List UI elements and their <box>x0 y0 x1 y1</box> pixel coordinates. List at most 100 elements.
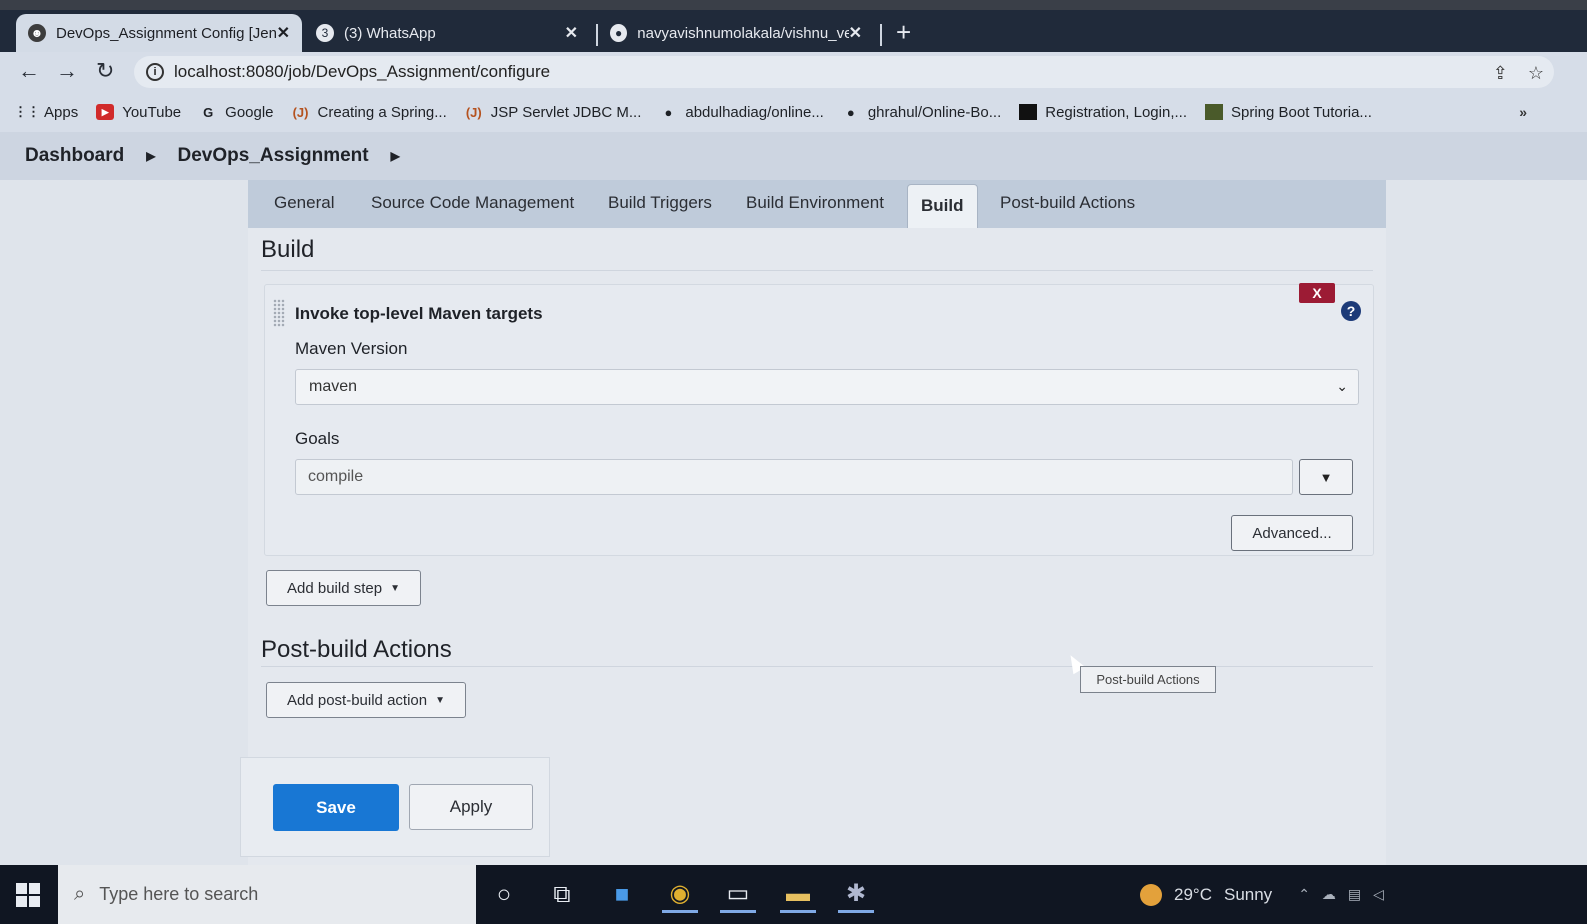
add-post-build-action-button[interactable]: Add post-build action ▼ <box>266 682 466 718</box>
jenkins-page: Dashboard ▶ DevOps_Assignment ▶ General … <box>0 132 1587 865</box>
tab-post-build-actions[interactable]: Post-build Actions <box>1000 193 1135 213</box>
close-icon[interactable]: ✕ <box>277 23 290 43</box>
new-tab-button[interactable]: + <box>896 19 911 45</box>
post-build-section-title: Post-build Actions <box>261 636 452 663</box>
more-bookmarks-button[interactable]: » <box>1519 104 1527 120</box>
maven-version-select[interactable]: maven ⌄ <box>295 369 1359 405</box>
url-text: localhost:8080/job/DevOps_Assignment/con… <box>174 62 551 81</box>
tab-build[interactable]: Build <box>907 184 978 228</box>
network-icon[interactable]: ▤ <box>1348 886 1361 903</box>
weather-sun-icon[interactable] <box>1140 883 1162 906</box>
windows-start-icon[interactable] <box>16 883 40 907</box>
tab-title: navyavishnumolakala/vishnu_ver <box>637 24 849 42</box>
task-view-icon[interactable]: ⧉ <box>544 877 580 913</box>
breadcrumb-dashboard[interactable]: Dashboard <box>25 145 124 167</box>
reload-icon[interactable]: ↻ <box>96 58 114 84</box>
speaker-icon[interactable]: ◁ <box>1373 886 1384 903</box>
chevron-up-icon[interactable]: ⌃ <box>1298 886 1310 903</box>
bookmark-abdulhadiag[interactable]: ● abdulhadiag/online... <box>659 104 823 121</box>
system-tray: 29°C Sunny ⌃ ☁ ▤ ◁ <box>1140 865 1384 924</box>
bookmark-jsp[interactable]: (J) JSP Servlet JDBC M... <box>465 104 642 121</box>
bookmark-label: abdulhadiag/online... <box>685 103 824 121</box>
close-icon[interactable]: ✕ <box>849 23 862 43</box>
bookmark-registration[interactable]: Registration, Login,... <box>1019 104 1187 121</box>
add-post-build-action-label: Add post-build action <box>287 691 428 709</box>
tab-title: (3) WhatsApp <box>344 24 436 42</box>
bookmark-label: Spring Boot Tutoria... <box>1231 103 1372 121</box>
taskbar-search-input[interactable]: ⌕ Type here to search <box>58 865 476 924</box>
jenkins-icon: ☻ <box>28 24 46 42</box>
goals-value: compile <box>308 468 364 485</box>
apply-button[interactable]: Apply <box>409 784 533 830</box>
add-build-step-button[interactable]: Add build step ▼ <box>266 570 421 606</box>
bookmark-label: Creating a Spring... <box>317 103 447 121</box>
whatsapp-icon: 3 <box>316 24 334 42</box>
forward-arrow-icon[interactable]: → <box>56 58 78 84</box>
caret-down-icon: ▼ <box>435 694 445 706</box>
bookmark-apps[interactable]: ⋮⋮ Apps <box>14 103 79 121</box>
build-section-title: Build <box>261 236 315 263</box>
weather-temperature[interactable]: 29°C <box>1174 885 1212 905</box>
youtube-icon: ▶ <box>96 104 115 120</box>
add-build-step-label: Add build step <box>287 579 383 597</box>
goals-expand-button[interactable]: ▼ <box>1299 459 1353 495</box>
maven-version-label: Maven Version <box>295 339 408 358</box>
bookmark-youtube[interactable]: ▶ YouTube <box>96 104 181 121</box>
bookmark-label: ghrahul/Online-Bo... <box>867 103 1002 121</box>
share-icon[interactable]: ⇪ <box>1493 63 1508 84</box>
bookmark-spring[interactable]: (J) Creating a Spring... <box>292 104 447 121</box>
bookmark-icon <box>1205 104 1223 120</box>
bookmark-ghrahul[interactable]: ● ghrahul/Online-Bo... <box>842 104 1001 121</box>
weather-condition[interactable]: Sunny <box>1224 885 1272 905</box>
breadcrumb-job[interactable]: DevOps_Assignment <box>177 145 368 167</box>
javatpoint-icon: (J) <box>292 104 309 120</box>
cortana-icon[interactable]: ○ <box>486 877 522 913</box>
bookmark-label: Google <box>225 103 274 121</box>
tab-build-environment[interactable]: Build Environment <box>746 193 884 213</box>
save-button[interactable]: Save <box>273 784 399 831</box>
bookmark-label: Registration, Login,... <box>1045 103 1187 121</box>
chevron-right-icon[interactable]: ▶ <box>146 149 155 163</box>
back-arrow-icon[interactable]: ← <box>18 58 40 84</box>
settings-app-icon[interactable]: ✱ <box>838 877 874 913</box>
caret-down-icon: ▼ <box>390 582 400 594</box>
bookmark-springboot[interactable]: Spring Boot Tutoria... <box>1205 104 1372 121</box>
browser-tab-jenkins[interactable]: ☻ DevOps_Assignment Config [Jenk ✕ <box>16 14 302 52</box>
advanced-button[interactable]: Advanced... <box>1231 515 1353 551</box>
close-icon[interactable]: ✕ <box>565 23 578 43</box>
tooltip: Post-build Actions <box>1080 666 1216 693</box>
site-info-icon[interactable]: i <box>146 63 164 81</box>
file-explorer-icon[interactable]: ▬ <box>780 877 816 913</box>
help-icon[interactable]: ? <box>1341 301 1361 321</box>
chevron-right-icon[interactable]: ▶ <box>391 149 400 163</box>
bookmark-label: Apps <box>44 103 79 121</box>
address-bar[interactable]: i localhost:8080/job/DevOps_Assignment/c… <box>134 56 1554 88</box>
browser-tab-github[interactable]: ● navyavishnumolakala/vishnu_ver ✕ <box>598 14 874 52</box>
bookmark-google[interactable]: G Google <box>199 104 273 121</box>
build-step-title: Invoke top-level Maven targets <box>295 304 543 323</box>
browser-tab-strip: ☻ DevOps_Assignment Config [Jenk ✕ 3 (3)… <box>0 10 1587 52</box>
search-icon: ⌕ <box>74 883 86 905</box>
cloud-icon[interactable]: ☁ <box>1322 886 1336 903</box>
zoom-icon[interactable]: ■ <box>604 877 640 913</box>
bookmark-star-icon[interactable]: ☆ <box>1528 63 1544 84</box>
tab-source-code-management[interactable]: Source Code Management <box>371 193 574 213</box>
browser-tab-whatsapp[interactable]: 3 (3) WhatsApp ✕ <box>304 14 590 52</box>
drag-handle-icon[interactable] <box>273 299 285 327</box>
terminal-icon[interactable]: ▭ <box>720 877 756 913</box>
browser-toolbar: ← → ↻ i localhost:8080/job/DevOps_Assign… <box>0 52 1587 92</box>
search-placeholder: Type here to search <box>99 884 259 904</box>
github-icon: ● <box>846 104 855 120</box>
chrome-icon[interactable]: ◉ <box>662 877 698 913</box>
section-divider <box>261 270 1373 271</box>
tab-general[interactable]: General <box>274 193 334 213</box>
goals-label: Goals <box>295 429 340 448</box>
bookmarks-bar: ⋮⋮ Apps ▶ YouTube G Google (J) Creating … <box>0 92 1587 132</box>
delete-step-button[interactable]: X <box>1299 283 1335 303</box>
goals-input[interactable]: compile <box>295 459 1293 495</box>
github-icon: ● <box>664 104 673 120</box>
javatpoint-icon: (J) <box>465 104 482 120</box>
tab-build-triggers[interactable]: Build Triggers <box>608 193 712 213</box>
windows-taskbar: ⌕ Type here to search ○ ⧉ ■ ◉ ▭ ▬ ✱ 29°C… <box>0 865 1587 924</box>
config-tabs: General Source Code Management Build Tri… <box>248 180 1386 228</box>
